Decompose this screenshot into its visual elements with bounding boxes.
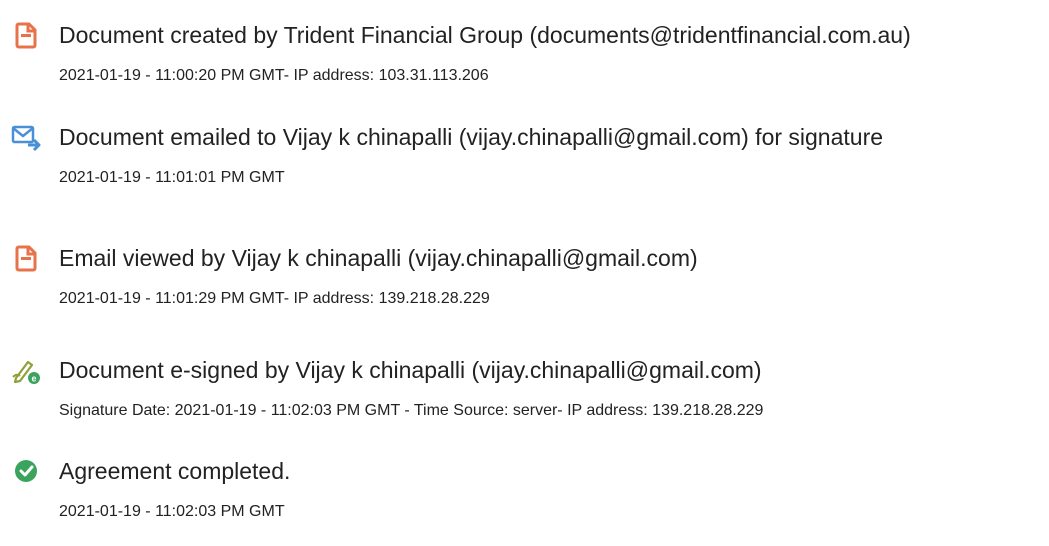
completed-check-icon — [11, 456, 41, 486]
event-detail: 2021-01-19 - 11:01:01 PM GMT — [59, 169, 285, 186]
document-emailed-icon — [11, 122, 41, 152]
audit-event-agreement-completed: Agreement completed. 2021-01-19 - 11:02:… — [0, 456, 1049, 546]
event-detail: 2021-01-19 - 11:01:29 PM GMT- IP address… — [59, 290, 490, 307]
event-title: Agreement completed. — [59, 458, 291, 484]
audit-event-document-e-signed: e Document e-signed by Vijay k chinapall… — [0, 355, 1049, 445]
event-detail: 2021-01-19 - 11:00:20 PM GMT- IP address… — [59, 67, 489, 84]
event-detail: 2021-01-19 - 11:02:03 PM GMT — [59, 503, 285, 520]
event-title: Document created by Trident Financial Gr… — [59, 22, 911, 48]
audit-event-document-emailed: Document emailed to Vijay k chinapalli (… — [0, 122, 1049, 212]
event-title: Document emailed to Vijay k chinapalli (… — [59, 124, 884, 150]
audit-event-document-created: Document created by Trident Financial Gr… — [0, 20, 1049, 110]
document-created-icon — [11, 20, 41, 50]
e-signed-pen-icon: e — [11, 355, 41, 385]
audit-event-email-viewed: Email viewed by Vijay k chinapalli (vija… — [0, 243, 1049, 333]
event-detail: Signature Date: 2021-01-19 - 11:02:03 PM… — [59, 402, 764, 419]
svg-text:e: e — [31, 374, 36, 384]
event-title: Document e-signed by Vijay k chinapalli … — [59, 357, 762, 383]
event-title: Email viewed by Vijay k chinapalli (vija… — [59, 245, 698, 271]
email-viewed-icon — [11, 243, 41, 273]
